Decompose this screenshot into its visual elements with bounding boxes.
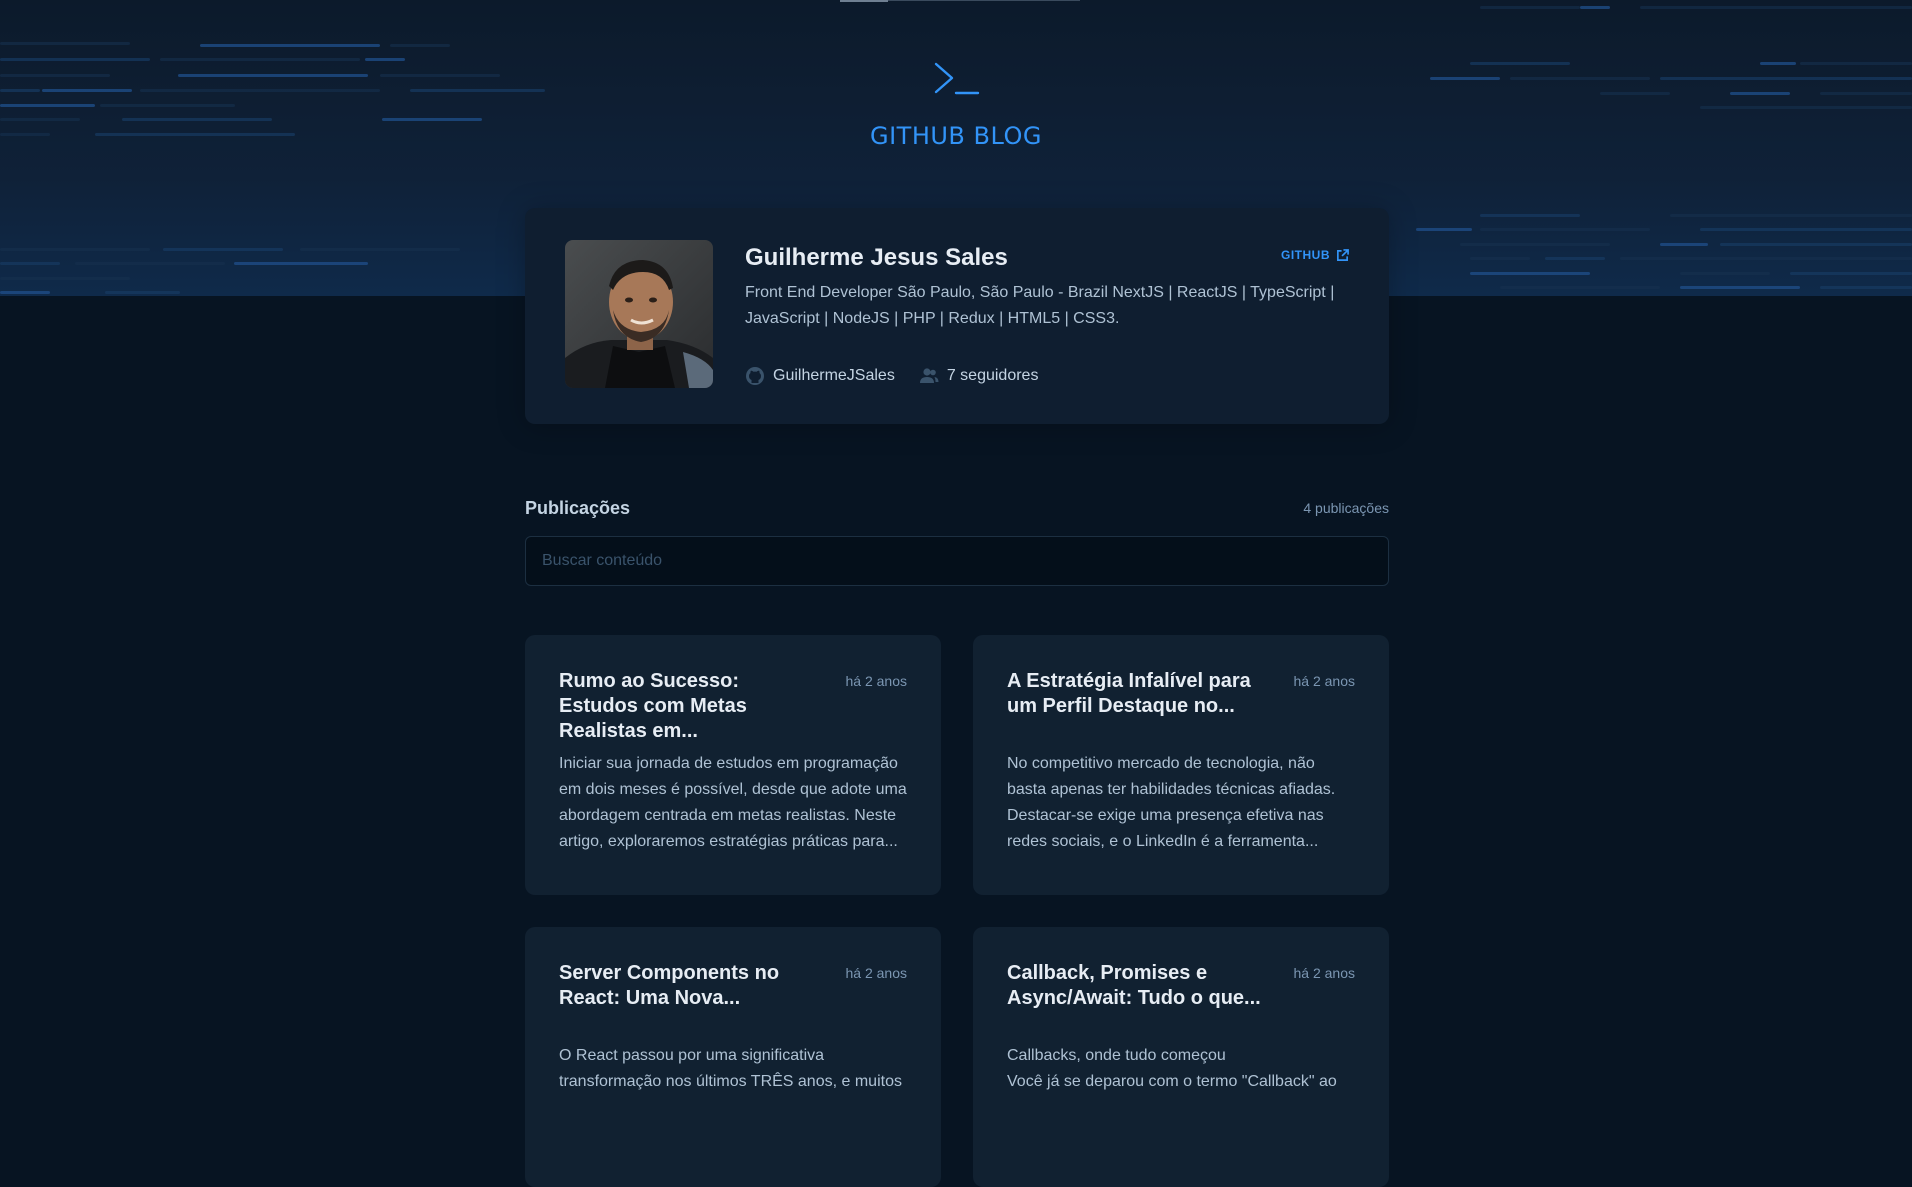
header-streak — [1670, 214, 1912, 217]
header-streak — [1820, 286, 1912, 289]
header-streak — [1480, 214, 1580, 217]
external-link-icon — [1337, 248, 1349, 261]
header-streak — [1470, 272, 1590, 275]
post-excerpt-line: Você já se deparou com o termo "Callback… — [1007, 1073, 1337, 1090]
profile-bio: Front End Developer São Paulo, São Paulo… — [745, 284, 1335, 327]
post-date: há 2 anos — [1293, 673, 1356, 689]
post-excerpt: O React passou por uma significativa tra… — [559, 1047, 902, 1090]
post-date: há 2 anos — [845, 673, 908, 689]
header-streak — [178, 74, 368, 77]
post-title: A Estratégia Infalível para um Perfil De… — [1007, 670, 1251, 717]
profile-name: Guilherme Jesus Sales — [745, 244, 1008, 271]
post-excerpt: Callbacks, onde tudo começou Você já se … — [1007, 1043, 1357, 1095]
header-streak — [1470, 257, 1530, 260]
post-card[interactable]: Server Components no React: Uma Nova... … — [525, 927, 941, 1187]
header-streak — [0, 74, 110, 77]
header-streak — [234, 262, 368, 265]
header-streak — [1470, 62, 1570, 65]
header-streak — [0, 42, 130, 45]
github-link-label: GITHUB — [1281, 248, 1330, 262]
header-streak — [1660, 243, 1708, 246]
post-card[interactable]: A Estratégia Infalível para um Perfil De… — [973, 635, 1389, 895]
header-streak — [1790, 272, 1912, 275]
header-streak — [75, 262, 225, 265]
header-streak — [1600, 92, 1670, 95]
header-streak — [1510, 77, 1650, 80]
header-streak — [300, 248, 460, 251]
header-streak — [100, 104, 235, 107]
header-streak — [1580, 6, 1610, 9]
users-icon — [919, 368, 939, 383]
header-streak — [0, 248, 150, 251]
publications-title: Publicações — [525, 498, 631, 518]
header-streak — [200, 44, 380, 47]
github-username: GuilhermeJSales — [773, 367, 895, 384]
header-streak — [1640, 6, 1912, 9]
header-streak — [1800, 62, 1912, 65]
header-streak — [122, 118, 272, 121]
header-streak — [1480, 228, 1650, 231]
header-streak — [0, 118, 80, 121]
header-streak — [42, 89, 132, 92]
post-excerpt-line: Callbacks, onde tudo começou — [1007, 1047, 1226, 1064]
post-title: Rumo ao Sucesso: Estudos com Metas Reali… — [559, 670, 747, 742]
github-icon — [746, 367, 764, 385]
header-streak — [1660, 77, 1912, 80]
header-streak — [1700, 228, 1912, 231]
header-streak — [1460, 243, 1610, 246]
header-streak — [1545, 257, 1605, 260]
post-card[interactable]: Callback, Promises e Async/Await: Tudo o… — [973, 927, 1389, 1187]
header-streak — [1720, 243, 1912, 246]
profile-card: Guilherme Jesus Sales GITHUB Front End D… — [525, 208, 1389, 424]
post-excerpt: Iniciar sua jornada de estudos em progra… — [559, 755, 907, 850]
avatar-photo — [565, 240, 713, 388]
followers-item: 7 seguidores — [919, 366, 1039, 386]
header-streak — [382, 118, 482, 121]
header-streak — [0, 89, 40, 92]
header-streak — [163, 248, 283, 251]
followers-count: 7 seguidores — [946, 367, 1039, 384]
header-streak — [1416, 228, 1472, 231]
profile-meta: GuilhermeJSales 7 seguidores — [745, 366, 1038, 386]
username-item: GuilhermeJSales — [745, 366, 895, 386]
header-streak — [410, 89, 545, 92]
header-streak — [105, 291, 180, 294]
header-streak — [0, 104, 95, 107]
brand-title: GITHUB BLOG — [869, 122, 1042, 150]
header-streak — [1500, 286, 1660, 289]
header-streak — [1730, 92, 1790, 95]
header-streak — [0, 291, 50, 294]
header-streak — [1700, 106, 1912, 109]
header-streak — [1680, 286, 1800, 289]
header-streak — [365, 58, 405, 61]
header-streak — [1680, 272, 1770, 275]
header-streak — [0, 58, 150, 61]
post-card[interactable]: Rumo ao Sucesso: Estudos com Metas Reali… — [525, 635, 941, 895]
search-input[interactable] — [525, 536, 1389, 586]
post-date: há 2 anos — [845, 965, 908, 981]
header-streak — [0, 262, 60, 265]
header-streak — [380, 74, 500, 77]
post-date: há 2 anos — [1293, 965, 1356, 981]
top-divider-highlight — [840, 0, 888, 2]
post-excerpt: No competitivo mercado de tecnologia, nã… — [1007, 755, 1336, 850]
header-streak — [1820, 92, 1912, 95]
publications-count: 4 publicações — [1303, 500, 1389, 516]
header-streak — [1480, 6, 1580, 9]
post-title: Server Components no React: Uma Nova... — [559, 962, 780, 1009]
header-streak — [160, 58, 360, 61]
header-streak — [390, 44, 450, 47]
terminal-logo-icon — [934, 62, 980, 95]
header-streak — [0, 277, 130, 280]
avatar — [565, 240, 713, 388]
github-link[interactable]: GITHUB — [1281, 248, 1349, 262]
header-streak — [1620, 257, 1912, 260]
header-streak — [140, 89, 380, 92]
post-title: Callback, Promises e Async/Await: Tudo o… — [1007, 962, 1261, 1009]
header-streak — [1760, 62, 1796, 65]
header-streak — [1430, 77, 1500, 80]
